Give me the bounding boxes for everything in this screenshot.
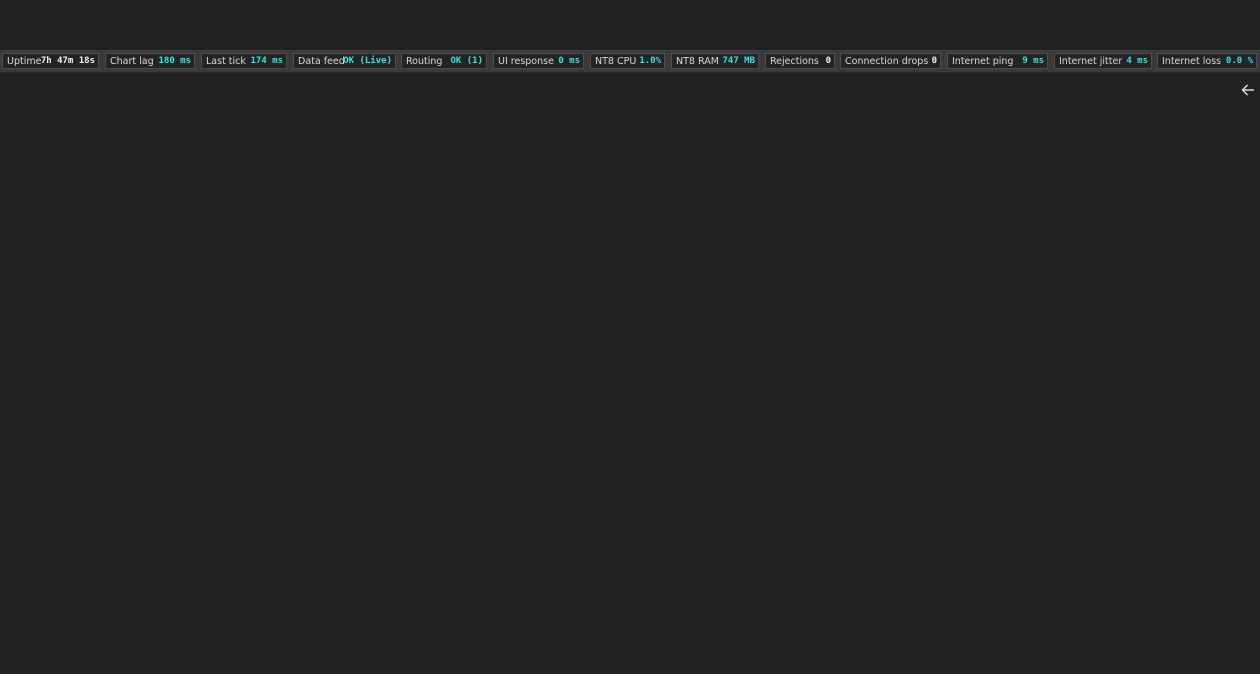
metric-label: NT8 CPU	[595, 56, 637, 67]
metric-label: NT8 RAM	[676, 56, 719, 67]
metric-value: OK (1)	[450, 56, 483, 66]
metric-value: 4 ms	[1126, 56, 1148, 66]
metric-label: Routing	[406, 56, 443, 67]
metric-rejections: Rejections 0	[765, 53, 835, 69]
metric-connection-drops: Connection drops 0	[840, 53, 941, 69]
metric-internet-jitter: Internet jitter 4 ms	[1054, 53, 1152, 69]
metric-internet-loss: Internet loss 0.0 %	[1157, 53, 1257, 69]
status-bar: Uptime 7h 47m 18s Chart lag 180 ms Last …	[0, 50, 1260, 73]
metric-value: 7h 47m 18s	[40, 56, 95, 66]
arrow-left-icon[interactable]	[1240, 82, 1256, 98]
metric-value: OK (Live)	[343, 56, 392, 66]
metric-label: Rejections	[770, 56, 819, 67]
metric-label: Connection drops	[845, 56, 929, 67]
metric-value: 0	[931, 56, 937, 66]
metric-label: Chart lag	[110, 56, 154, 67]
screen: Uptime 7h 47m 18s Chart lag 180 ms Last …	[0, 0, 1260, 674]
metric-label: Internet jitter	[1059, 56, 1123, 67]
metric-value: 747 MB	[722, 56, 755, 66]
metric-label: Last tick	[206, 56, 246, 67]
metric-value: 0	[825, 56, 831, 66]
metric-data-feed: Data feed OK (Live)	[293, 53, 396, 69]
metric-last-tick: Last tick 174 ms	[201, 53, 287, 69]
metric-chart-lag: Chart lag 180 ms	[105, 53, 195, 69]
metric-value: 0 ms	[558, 56, 580, 66]
metric-routing: Routing OK (1)	[401, 53, 487, 69]
metric-internet-ping: Internet ping 9 ms	[947, 53, 1048, 69]
metric-value: 9 ms	[1022, 56, 1044, 66]
metric-nt8-ram: NT8 RAM 747 MB	[671, 53, 759, 69]
metric-value: 0.0 %	[1225, 56, 1253, 66]
metric-label: UI response	[498, 56, 554, 67]
metric-value: 174 ms	[250, 56, 283, 66]
metric-label: Internet loss	[1162, 56, 1222, 67]
metric-label: Uptime	[7, 56, 42, 67]
metric-value: 180 ms	[158, 56, 191, 66]
metric-uptime: Uptime 7h 47m 18s	[2, 53, 99, 69]
metric-label: Data feed	[298, 56, 345, 67]
metric-value: 1.0%	[639, 56, 661, 66]
metric-label: Internet ping	[952, 56, 1014, 67]
metric-ui-response: UI response 0 ms	[493, 53, 584, 69]
metric-nt8-cpu: NT8 CPU 1.0%	[590, 53, 665, 69]
